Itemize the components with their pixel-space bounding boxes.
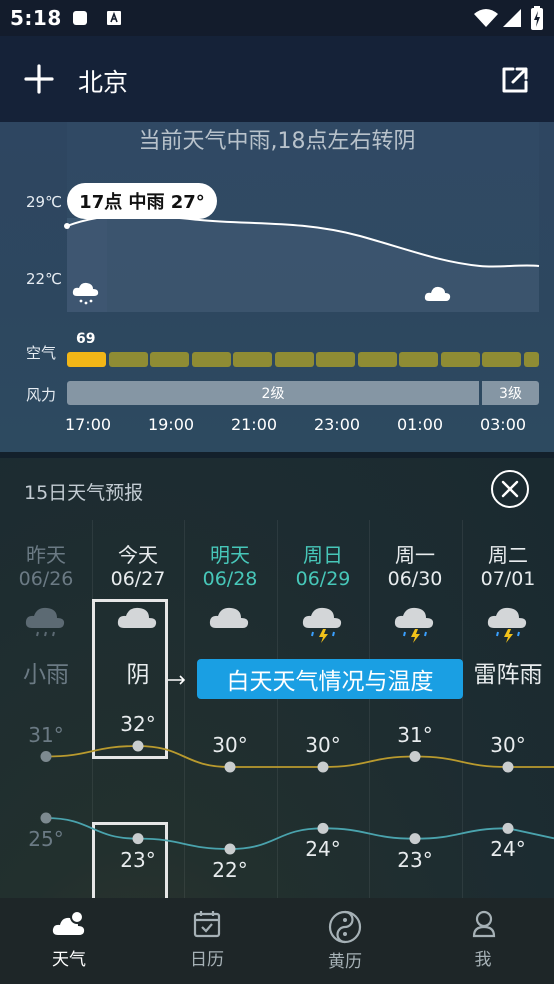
high-temp-label: 30° — [490, 733, 526, 757]
aqi-segment — [109, 352, 148, 367]
high-temp-point — [132, 740, 144, 752]
hour-label: 21:00 — [230, 415, 278, 434]
day-date: 06/28 — [202, 568, 258, 590]
close-button[interactable] — [491, 470, 529, 508]
wifi-icon — [474, 9, 498, 27]
rain-cloud-icon — [25, 607, 65, 637]
calendar-icon — [193, 911, 221, 938]
low-temp-point — [132, 833, 144, 845]
nav-label: 日历 — [190, 950, 224, 970]
nav-item-almanac[interactable]: 黄历 — [276, 898, 414, 984]
low-temp-label: 24° — [305, 837, 341, 862]
aqi-segment — [482, 352, 521, 367]
thunder-rain-icon — [302, 607, 342, 643]
forecast-title: 15日天气预报 — [24, 482, 144, 504]
day-date: 06/29 — [295, 568, 351, 590]
hour-tooltip: 17点 中雨 27° — [67, 183, 217, 219]
status-time: 5:18 — [10, 6, 62, 30]
high-temp-point — [224, 761, 236, 773]
high-temp-label: 31° — [397, 722, 433, 747]
day-date: 06/26 — [18, 568, 74, 590]
battery-icon — [531, 6, 543, 30]
day-name: 周一 — [395, 543, 435, 567]
nav-item-calendar[interactable]: 日历 — [138, 898, 276, 984]
low-temp-label: 23° — [397, 847, 433, 872]
aqi-segment — [524, 352, 539, 367]
day-name: 周日 — [303, 543, 343, 567]
top-bar: 北京 — [0, 36, 554, 122]
wind-label: 风力 — [26, 386, 57, 404]
high-temp-point — [502, 761, 514, 773]
weather-icon — [52, 910, 85, 935]
day-name: 周二 — [488, 543, 528, 567]
high-temp-label: 31° — [28, 722, 64, 747]
notification-a-icon — [107, 11, 121, 25]
aqi-segment — [150, 352, 189, 367]
add-city-button[interactable] — [24, 64, 54, 94]
aqi-segment — [275, 352, 314, 367]
day-name: 明天 — [210, 543, 250, 567]
nav-label: 我 — [474, 950, 492, 970]
hour-label: 03:00 — [479, 415, 527, 434]
day-date: 06/27 — [110, 568, 166, 590]
thunder-rain-icon — [487, 607, 527, 643]
high-temp-label: 30° — [305, 733, 341, 757]
aqi-segment — [316, 352, 355, 367]
condition-label: 小雨 — [23, 662, 69, 688]
aqi-segment — [399, 352, 438, 367]
thunder-rain-icon — [394, 607, 434, 643]
share-button[interactable] — [499, 64, 531, 96]
wind-segment-1: 2级 — [67, 381, 479, 405]
profile-icon — [472, 910, 496, 938]
low-temp-point — [409, 833, 421, 845]
signal-icon — [503, 9, 521, 27]
notification-stop-icon — [73, 11, 87, 25]
hour-label: 19:00 — [147, 415, 195, 434]
wind-segment-2: 3级 — [482, 381, 539, 405]
day-date: 07/01 — [480, 568, 536, 590]
callout-arrow-icon — [168, 675, 186, 685]
low-temp-point — [502, 822, 514, 834]
cloudy-icon — [424, 286, 451, 301]
high-temp-point — [40, 751, 52, 762]
high-temp-point — [409, 751, 421, 762]
yin-yang-icon — [328, 910, 362, 944]
low-temp-label: 24° — [490, 837, 526, 862]
aqi-segment — [233, 352, 272, 367]
aqi-value: 69 — [76, 331, 96, 347]
low-temp-label: 25° — [28, 827, 64, 851]
hour-label: 01:00 — [396, 415, 444, 434]
close-icon — [501, 480, 519, 498]
high-temp-point — [317, 761, 329, 773]
overcast-cloud-icon — [209, 607, 249, 628]
low-temp-point — [40, 812, 52, 824]
day-name: 昨天 — [26, 543, 66, 567]
nav-label: 天气 — [52, 950, 86, 970]
nav-label: 黄历 — [328, 952, 362, 972]
condition-label: 雷阵雨 — [473, 662, 543, 688]
hour-label: 23:00 — [313, 415, 361, 434]
day-weather-callout: 白天天气情况与温度 — [197, 659, 463, 699]
low-temp-label: 22° — [212, 857, 248, 882]
hour-label: 17:00 — [64, 415, 112, 434]
low-temp-point — [224, 843, 236, 855]
low-temp-point — [317, 822, 329, 834]
status-bar: 5:18 — [0, 0, 554, 36]
aqi-segment — [441, 352, 480, 367]
aqi-segment — [358, 352, 397, 367]
air-quality-label: 空气 — [26, 344, 57, 362]
nav-item-weather[interactable]: 天气 — [0, 898, 138, 984]
city-name: 北京 — [78, 68, 129, 97]
aqi-segment — [192, 352, 231, 367]
nav-item-me[interactable]: 我 — [414, 898, 552, 984]
high-temp-label: 30° — [212, 733, 248, 757]
high-temp-label: 32° — [120, 712, 156, 736]
aqi-segment — [67, 352, 106, 367]
low-temp-label: 23° — [120, 847, 156, 872]
day-name: 今天 — [118, 543, 158, 567]
day-date: 06/30 — [387, 568, 443, 590]
rain-cloud-icon — [72, 282, 99, 305]
